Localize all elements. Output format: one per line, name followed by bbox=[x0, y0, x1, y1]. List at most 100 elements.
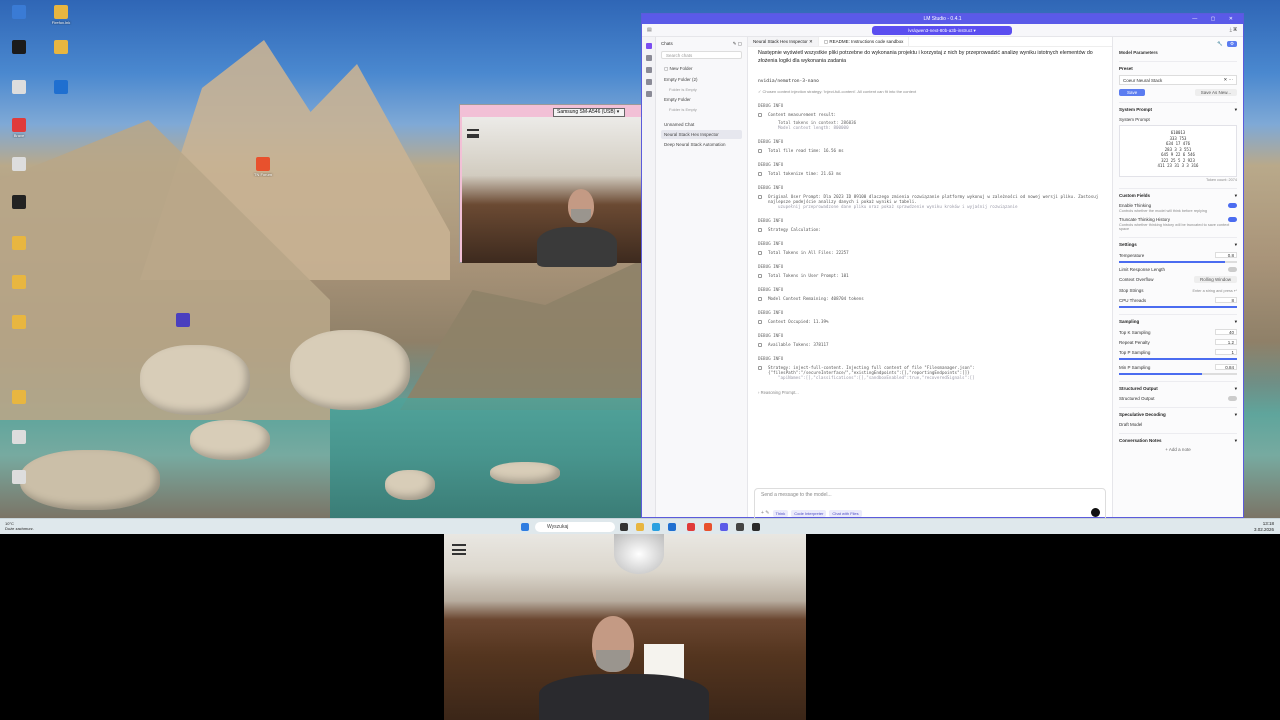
copy-icon[interactable] bbox=[758, 113, 762, 117]
copy-icon[interactable] bbox=[758, 366, 762, 370]
chat-with-files-chip[interactable]: Chat with Files bbox=[829, 510, 862, 517]
developer-nav-icon[interactable] bbox=[645, 55, 652, 61]
copy-icon[interactable] bbox=[758, 149, 762, 153]
desktop-icon-app[interactable] bbox=[172, 313, 194, 328]
new-chat-icon[interactable]: ✎ ▢ bbox=[733, 41, 742, 47]
wrench-icon[interactable]: 🔧 bbox=[1217, 41, 1223, 47]
obs-taskbar-icon[interactable] bbox=[752, 523, 760, 531]
desktop-icon[interactable] bbox=[8, 275, 30, 290]
add-note-button[interactable]: + Add a note bbox=[1119, 447, 1237, 452]
discover-nav-icon[interactable] bbox=[645, 79, 652, 85]
reasoning-toggle[interactable]: Reasoning Prompt... bbox=[761, 390, 799, 395]
window-controls[interactable]: — ▢ ✕ bbox=[1192, 14, 1239, 24]
desktop-icon[interactable] bbox=[8, 390, 30, 405]
top-p-slider[interactable] bbox=[1119, 358, 1237, 360]
repeat-penalty-value[interactable]: 1.2 bbox=[1215, 339, 1237, 345]
desktop-icon[interactable] bbox=[8, 430, 30, 445]
tab-hex-inspector[interactable]: Neural Stack Hex Inspector ✕ bbox=[748, 37, 819, 46]
chat-list-item[interactable]: Empty Folder bbox=[661, 95, 742, 104]
camera-device-select[interactable]: Samsung SM-A546 (USB) ▾ bbox=[553, 108, 625, 117]
tab-readme[interactable]: ▢ README: Instructions code sandbox bbox=[819, 37, 910, 46]
copy-icon[interactable] bbox=[758, 320, 762, 324]
model-selector[interactable]: lvs/qwen3-next-80b-a3b-instruct ▾ bbox=[872, 26, 1012, 35]
chat-list-item[interactable]: Unnamed Chat bbox=[661, 120, 742, 129]
mail-icon[interactable] bbox=[668, 523, 676, 531]
chat-nav-icon[interactable] bbox=[645, 43, 652, 49]
context-overflow-select[interactable]: Rolling Window bbox=[1193, 276, 1237, 283]
copy-icon[interactable] bbox=[758, 172, 762, 176]
top-k-value[interactable]: 40 bbox=[1215, 329, 1237, 335]
menu-icon[interactable] bbox=[467, 129, 479, 138]
desktop-icon[interactable]: Firefox.lnk bbox=[50, 5, 72, 25]
debug-tag: DEBUG INFO bbox=[758, 162, 784, 167]
min-p-value[interactable]: 0.84 bbox=[1215, 364, 1237, 370]
cpu-threads-slider[interactable] bbox=[1119, 306, 1237, 308]
desktop-icon[interactable] bbox=[8, 315, 30, 330]
menu-icon[interactable] bbox=[452, 544, 466, 555]
attach-icon[interactable]: + ✎ bbox=[761, 510, 770, 517]
temperature-slider[interactable] bbox=[1119, 261, 1237, 263]
desktop-icon[interactable] bbox=[8, 5, 30, 20]
chat-list-item[interactable]: Neural Stack Hex Inspector bbox=[661, 130, 742, 139]
sidebar-toggle-icon[interactable]: ▤ bbox=[647, 27, 652, 33]
desktop-icon[interactable] bbox=[8, 195, 30, 210]
tab-label: Neural Stack Hex Inspector bbox=[753, 39, 808, 44]
lm-studio-window[interactable]: LM Studio - 0.4.1 — ▢ ✕ ▤ lvs/qwen3-next… bbox=[641, 13, 1244, 518]
code-interpreter-chip[interactable]: Code Interpreter bbox=[791, 510, 827, 517]
desktop-icon[interactable] bbox=[50, 40, 72, 55]
weather-widget[interactable]: 10°C Duże zachmurz. bbox=[5, 521, 34, 531]
search-chats-input[interactable]: Search chats bbox=[661, 51, 742, 59]
settings-icon[interactable]: ⚙ bbox=[1226, 41, 1237, 47]
copy-icon[interactable] bbox=[758, 297, 762, 301]
chat-list-item[interactable]: Empty Folder (2) bbox=[661, 75, 742, 84]
desktop-icon[interactable] bbox=[8, 236, 30, 251]
stop-strings-input[interactable]: Enter a string and press ↵ bbox=[1192, 288, 1237, 293]
copy-icon[interactable] bbox=[758, 274, 762, 278]
message-input[interactable]: Send a message to the model... + ✎ Think… bbox=[754, 488, 1106, 518]
desktop-icon[interactable] bbox=[50, 80, 72, 95]
cpu-threads-value[interactable]: 8 bbox=[1215, 297, 1237, 303]
chat-list-item[interactable]: Deep Neural Stack Automation bbox=[661, 140, 742, 149]
top-p-value[interactable]: 1 bbox=[1215, 349, 1237, 355]
copy-icon[interactable] bbox=[758, 343, 762, 347]
brave-taskbar-icon-2[interactable] bbox=[704, 523, 712, 531]
brave-taskbar-icon[interactable] bbox=[687, 523, 695, 531]
think-chip[interactable]: Think bbox=[772, 510, 789, 517]
new-folder-button[interactable]: ▢ New Folder bbox=[661, 64, 742, 74]
folder-nav-icon[interactable] bbox=[645, 91, 652, 97]
preset-select[interactable]: Coeur Neural Stack ✕ ⋯ bbox=[1119, 75, 1237, 85]
desktop-icon[interactable] bbox=[8, 470, 30, 485]
copy-icon[interactable] bbox=[758, 195, 762, 199]
copy-icon[interactable] bbox=[758, 251, 762, 255]
app-taskbar-icon[interactable] bbox=[736, 523, 744, 531]
lm-studio-taskbar-icon[interactable] bbox=[720, 523, 728, 531]
desktop-app-icon bbox=[12, 157, 26, 171]
desktop-icon[interactable] bbox=[8, 40, 30, 55]
desktop-icon[interactable] bbox=[8, 80, 30, 95]
truncate-history-toggle[interactable] bbox=[1228, 217, 1237, 222]
download-icon[interactable]: ⤓ ▣ bbox=[1230, 27, 1237, 33]
send-button[interactable] bbox=[1091, 508, 1100, 517]
desktop-icon-brave[interactable]: TN Forum bbox=[252, 157, 274, 177]
models-nav-icon[interactable] bbox=[645, 67, 652, 73]
webcam-preview-window[interactable]: Samsung SM-A546 (USB) ▾ bbox=[459, 104, 642, 267]
copy-icon[interactable] bbox=[758, 228, 762, 232]
taskview-icon[interactable] bbox=[620, 523, 628, 531]
save-as-new-button[interactable]: Save As New... bbox=[1194, 89, 1237, 96]
limit-response-toggle[interactable] bbox=[1228, 267, 1237, 272]
explorer-icon[interactable] bbox=[636, 523, 644, 531]
start-icon[interactable] bbox=[521, 523, 529, 531]
taskbar-search[interactable]: Wyszukaj bbox=[535, 522, 615, 532]
desktop-icon[interactable] bbox=[8, 157, 30, 172]
temperature-value[interactable]: 0.8 bbox=[1215, 252, 1237, 258]
save-preset-button[interactable]: Save bbox=[1119, 89, 1146, 96]
clock[interactable]: 13:18 3.02.2026 bbox=[1254, 521, 1274, 532]
min-p-slider[interactable] bbox=[1119, 373, 1237, 375]
enable-thinking-toggle[interactable] bbox=[1228, 203, 1237, 208]
store-icon[interactable] bbox=[652, 523, 660, 531]
desktop-icon[interactable]: Brave bbox=[8, 118, 30, 138]
debug-text: Context Occupied: 11.39% bbox=[768, 319, 829, 324]
system-prompt-editor[interactable]: 610013 333 753 634 17 476 283 3 3 551 645 9 … bbox=[1119, 125, 1237, 177]
structured-output-toggle[interactable] bbox=[1228, 396, 1237, 401]
window-title: LM Studio - 0.4.1 bbox=[923, 16, 962, 22]
